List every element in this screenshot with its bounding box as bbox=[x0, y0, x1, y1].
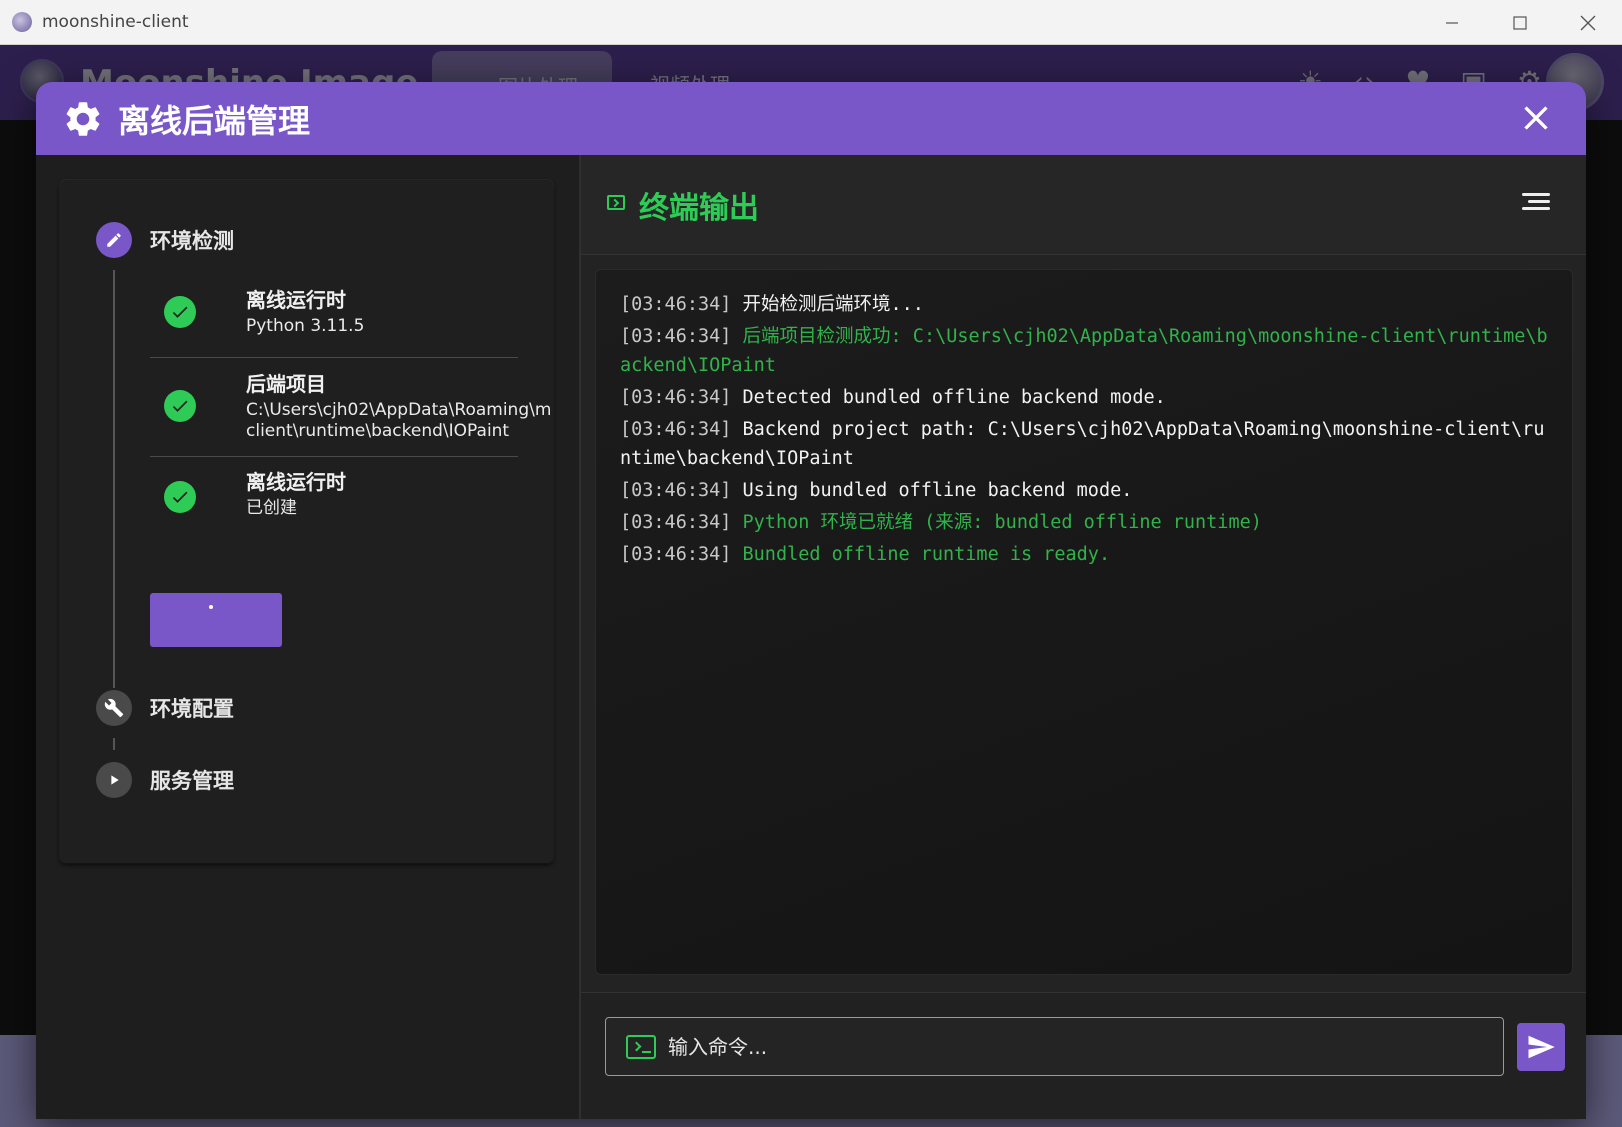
maximize-button[interactable] bbox=[1486, 0, 1554, 45]
stepper-card: 环境检测 离线运行时 Python 3.11.5 后端项目 C:\Users\c… bbox=[60, 180, 553, 863]
terminal-pane: 终端输出 [03:46:34] 开始检测后端环境... [03:46:34] 后… bbox=[579, 155, 1586, 1119]
log-line: [03:46:34] Detected bundled offline back… bbox=[620, 387, 1166, 408]
step-label: 环境检测 bbox=[150, 229, 234, 253]
terminal-icon bbox=[607, 195, 625, 210]
terminal-prompt-icon bbox=[626, 1035, 656, 1059]
check-detail-line2: client\runtime\backend\IOPaint bbox=[246, 421, 510, 441]
step-label: 环境配置 bbox=[150, 697, 234, 721]
terminal-header: 终端输出 bbox=[581, 155, 1586, 255]
check-title: 离线运行时 bbox=[246, 470, 346, 494]
terminal-title: 终端输出 bbox=[639, 191, 759, 226]
close-icon[interactable] bbox=[1516, 98, 1556, 138]
log-line: [03:46:34] Python 环境已就绪 (来源: bundled off… bbox=[620, 512, 1262, 533]
menu-icon[interactable] bbox=[1522, 193, 1550, 215]
maximize-icon bbox=[1513, 15, 1527, 30]
step-label: 服务管理 bbox=[150, 769, 234, 793]
gear-icon bbox=[66, 101, 100, 136]
check-title: 离线运行时 bbox=[246, 288, 346, 312]
modal-header: 离线后端管理 bbox=[36, 82, 1586, 155]
pencil-icon bbox=[107, 233, 121, 247]
step-environment-config[interactable]: 环境配置 bbox=[96, 690, 234, 726]
app-icon bbox=[12, 12, 32, 32]
next-step-button-loading[interactable] bbox=[150, 593, 282, 647]
send-button[interactable] bbox=[1517, 1023, 1565, 1071]
log-line: [03:46:34] Backend project path: C:\User… bbox=[620, 419, 1545, 469]
minimize-icon bbox=[1446, 21, 1458, 24]
close-icon bbox=[1580, 15, 1596, 30]
window-titlebar: moonshine-client bbox=[0, 0, 1622, 45]
send-icon bbox=[1528, 1035, 1555, 1059]
step-connector bbox=[113, 738, 115, 750]
divider bbox=[150, 456, 518, 457]
loading-spinner-icon bbox=[209, 605, 213, 609]
modal-title: 离线后端管理 bbox=[118, 101, 311, 140]
step-indicator bbox=[96, 690, 132, 726]
log-line: [03:46:34] 后端项目检测成功: C:\Users\cjh02\AppD… bbox=[620, 326, 1548, 376]
window-controls bbox=[1418, 0, 1622, 45]
log-line: [03:46:34] Bundled offline runtime is re… bbox=[620, 544, 1111, 565]
command-input-wrapper bbox=[605, 1017, 1504, 1076]
check-detail-line1: C:\Users\cjh02\AppData\Roaming\moonshine… bbox=[246, 400, 550, 420]
offline-backend-modal: 离线后端管理 环境检测 离线运行时 Python 3.11.5 后端项目 C:\… bbox=[36, 82, 1586, 1119]
check-detail: Python 3.11.5 bbox=[246, 316, 365, 336]
step-service-management[interactable]: 服务管理 bbox=[96, 762, 234, 798]
play-icon bbox=[111, 775, 119, 785]
check-circle-icon bbox=[164, 390, 196, 422]
check-item-runtime-created: 离线运行时 已创建 bbox=[150, 460, 518, 530]
check-item-runtime: 离线运行时 Python 3.11.5 bbox=[150, 278, 518, 348]
command-input[interactable] bbox=[668, 1030, 1488, 1064]
stepper-pane: 环境检测 离线运行时 Python 3.11.5 后端项目 C:\Users\c… bbox=[36, 155, 579, 1119]
close-window-button[interactable] bbox=[1554, 0, 1622, 45]
terminal-output[interactable]: [03:46:34] 开始检测后端环境... [03:46:34] 后端项目检测… bbox=[595, 269, 1573, 975]
divider bbox=[150, 357, 518, 358]
check-detail: 已创建 bbox=[246, 498, 297, 518]
check-item-backend-project: 后端项目 C:\Users\cjh02\AppData\Roaming\moon… bbox=[150, 360, 550, 455]
command-bar bbox=[581, 992, 1586, 1119]
step-connector bbox=[113, 270, 115, 688]
log-line: [03:46:34] Using bundled offline backend… bbox=[620, 480, 1133, 501]
step-indicator bbox=[96, 222, 132, 258]
step-indicator bbox=[96, 762, 132, 798]
wrench-icon bbox=[104, 698, 124, 718]
log-line: [03:46:34] 开始检测后端环境... bbox=[620, 294, 924, 315]
check-circle-icon bbox=[164, 481, 196, 513]
check-circle-icon bbox=[164, 296, 196, 328]
step-environment-check[interactable]: 环境检测 bbox=[96, 222, 234, 258]
window-title: moonshine-client bbox=[42, 12, 189, 32]
check-title: 后端项目 bbox=[246, 372, 326, 396]
minimize-button[interactable] bbox=[1418, 0, 1486, 45]
